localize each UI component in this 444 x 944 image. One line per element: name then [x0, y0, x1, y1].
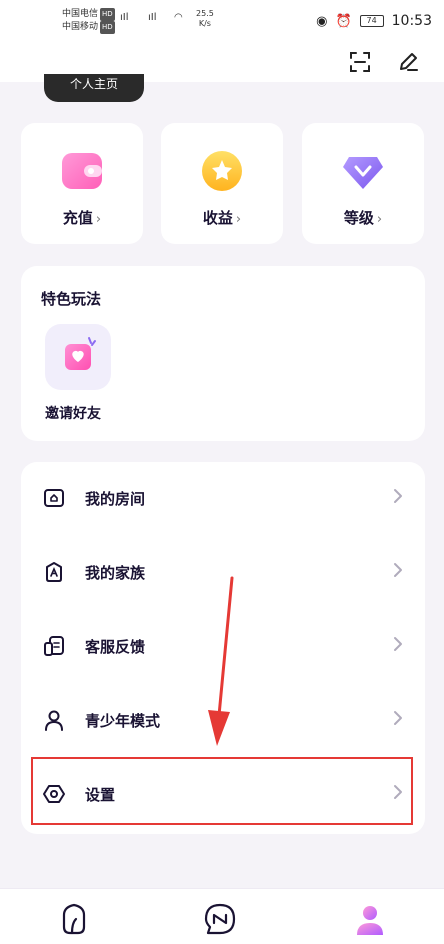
hd-badge: HD — [100, 21, 115, 34]
coin-star-icon — [202, 151, 242, 191]
annotation-arrow — [208, 576, 234, 746]
user-icon — [45, 710, 63, 731]
recharge-label: 充值 › — [21, 207, 143, 228]
wifi-icon: ◠ — [174, 12, 183, 23]
status-bar: 中国电信 HD 中国移动 HD ıIl ıIl ◠ 25.5 K/s ◉ ⏰ 74 … — [0, 0, 444, 44]
family-icon — [46, 562, 62, 582]
profile-icon[interactable] — [352, 901, 388, 937]
features-title: 特色玩法 — [41, 290, 102, 308]
chevron-right-icon — [394, 711, 402, 725]
profile-page-label: 个人主页 — [69, 77, 118, 91]
invite-friends-label: 邀请好友 — [45, 406, 101, 422]
annotation-highlight-box — [31, 757, 413, 825]
chevron-right-icon — [394, 563, 402, 577]
hd-badge: HD — [100, 8, 115, 21]
earnings-card[interactable]: 收益 › — [161, 123, 283, 244]
network-speed: 25.5 K/s — [196, 9, 214, 29]
messages-icon[interactable] — [202, 901, 238, 937]
net-speed-value: 25.5 — [196, 9, 214, 18]
chevron-right-icon — [394, 489, 402, 503]
wallet-icon — [62, 153, 102, 189]
chevron-right-icon: › — [376, 212, 383, 227]
chevron-right-icon — [394, 637, 402, 651]
diamond-icon — [343, 157, 383, 189]
gift-heart-icon — [65, 337, 96, 370]
home-icon[interactable] — [56, 901, 92, 937]
net-speed-unit: K/s — [198, 19, 211, 28]
recharge-card[interactable]: 充值 › — [21, 123, 143, 244]
features-card: 特色玩法 邀请好友 — [21, 266, 425, 441]
carrier-2: 中国移动 — [62, 22, 99, 32]
chevron-right-icon: › — [95, 212, 102, 227]
invite-friends-button[interactable] — [45, 324, 111, 390]
level-label: 等级 › — [302, 207, 424, 228]
quick-label-text: 等级 — [343, 209, 374, 227]
level-card[interactable]: 等级 › — [302, 123, 424, 244]
eye-icon: ◉ — [316, 13, 328, 29]
menu-label: 我的家族 — [85, 564, 146, 582]
alarm-icon: ⏰ — [335, 13, 352, 29]
menu-item-my-room[interactable]: 我的房间 — [21, 462, 425, 534]
bottom-nav — [0, 888, 444, 944]
room-icon — [44, 489, 64, 507]
quick-label-text: 充值 — [62, 209, 93, 227]
signal-icon: ıIl — [148, 12, 157, 23]
edit-icon[interactable] — [394, 48, 422, 76]
menu-label: 我的房间 — [85, 490, 146, 508]
clock: 10:53 — [391, 13, 432, 29]
signal-icon: ıIl — [120, 12, 129, 23]
menu-label: 青少年模式 — [85, 712, 161, 730]
chevron-right-icon: › — [235, 212, 242, 227]
earnings-label: 收益 › — [161, 207, 283, 228]
quick-label-text: 收益 — [202, 209, 233, 227]
profile-page-button[interactable]: 个人主页 — [44, 74, 144, 102]
carrier-info: 中国电信 HD 中国移动 HD — [62, 8, 115, 34]
menu-label: 客服反馈 — [85, 638, 146, 656]
battery-indicator: 74 — [359, 15, 384, 27]
scan-icon[interactable] — [346, 48, 374, 76]
carrier-1: 中国电信 — [62, 9, 99, 19]
feedback-icon — [44, 636, 64, 656]
